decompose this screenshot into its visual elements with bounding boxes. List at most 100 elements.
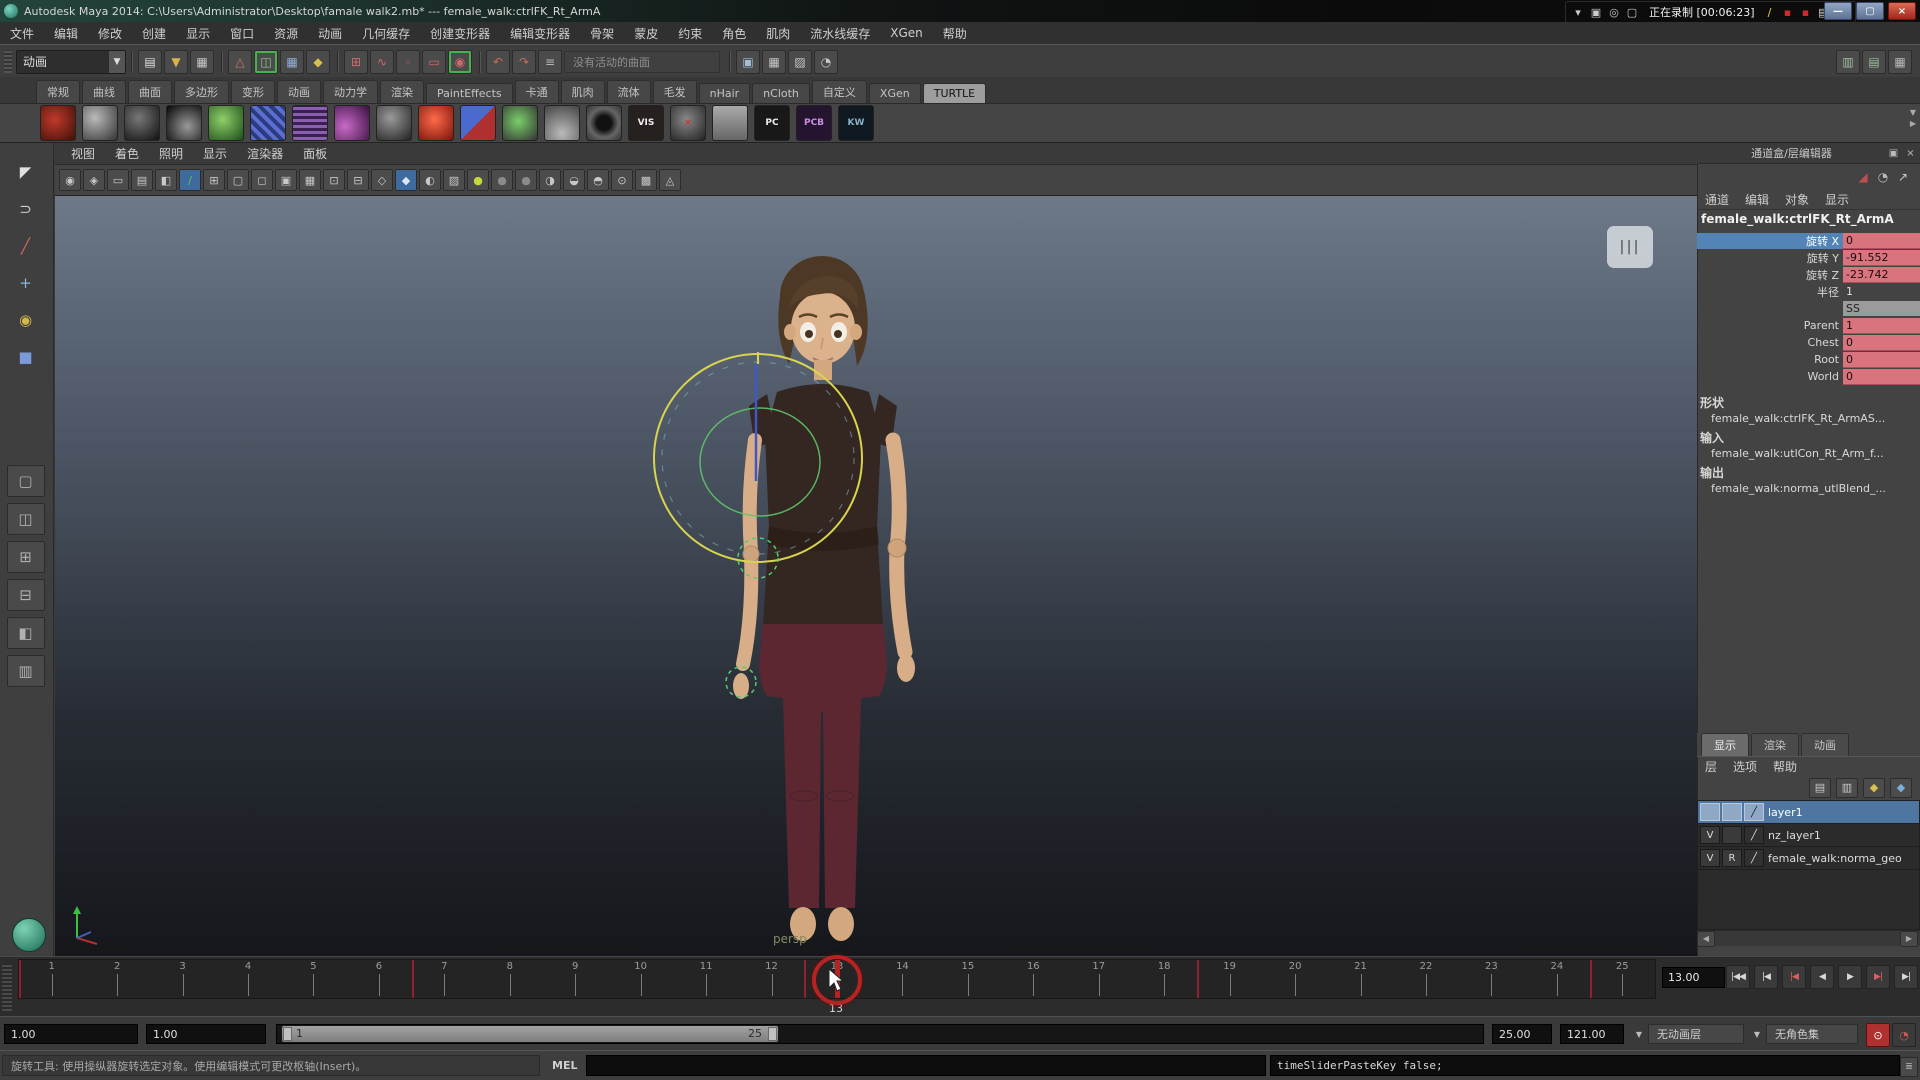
film-gate-icon[interactable]: ▢: [227, 169, 249, 191]
channel-section-item[interactable]: female_walk:utlCon_Rt_Arm_f...: [1697, 446, 1920, 462]
character-set-dropdown[interactable]: 无角色集: [1766, 1024, 1858, 1044]
menu--[interactable]: 创建: [132, 25, 176, 42]
snap-to-curve-icon[interactable]: ∿: [370, 50, 394, 74]
menu-set-selector[interactable]: 动画 ▼: [16, 50, 126, 74]
use-default-material-icon[interactable]: ●: [467, 169, 489, 191]
shelf-menu-arrows[interactable]: ▼▶: [1910, 108, 1916, 128]
keyframe-tick[interactable]: [1197, 960, 1199, 998]
layer-name[interactable]: female_walk:norma_geo: [1768, 852, 1902, 865]
menu--[interactable]: 骨架: [580, 25, 624, 42]
layer-menu--[interactable]: 层: [1697, 758, 1725, 775]
menu--[interactable]: 动画: [308, 25, 352, 42]
channel-value[interactable]: -23.742: [1843, 267, 1920, 283]
shelf-tab-nhair[interactable]: nHair: [699, 83, 751, 103]
shelf-tab-painteffects[interactable]: PaintEffects: [426, 83, 513, 103]
menu-xgen[interactable]: XGen: [880, 26, 933, 40]
layer-name[interactable]: layer1: [1768, 806, 1803, 819]
anim-layer-dropdown-arrow[interactable]: ▼: [1632, 1024, 1646, 1044]
current-time-field[interactable]: 13.00: [1662, 967, 1725, 988]
green-sphere-icon[interactable]: [12, 918, 46, 952]
grease-pencil-icon[interactable]: ∕: [179, 169, 201, 191]
channel-value[interactable]: -91.552: [1843, 250, 1920, 266]
shelf-tab-xgen[interactable]: XGen: [869, 83, 921, 103]
checker-display-icon[interactable]: ▨: [443, 169, 465, 191]
manipulator-arrow-icon[interactable]: ↗: [1894, 168, 1912, 186]
layer-visibility-toggle[interactable]: [1700, 803, 1720, 821]
scale-tool[interactable]: ■: [11, 342, 41, 372]
menu--[interactable]: 流水线缓存: [800, 25, 880, 42]
select-camera-icon[interactable]: ◉: [59, 169, 81, 191]
shelf-icon-black-sphere[interactable]: [124, 105, 160, 141]
recorder-region-icon[interactable]: ▢: [1624, 4, 1640, 20]
channel-value[interactable]: 1: [1843, 284, 1920, 299]
shelf-tab-ncloth[interactable]: nCloth: [752, 83, 810, 103]
channel-value[interactable]: SS: [1843, 301, 1920, 316]
layer-row[interactable]: V╱nz_layer1: [1698, 824, 1919, 847]
menu--[interactable]: 角色: [712, 25, 756, 42]
channel-section-item[interactable]: female_walk:norma_utlBlend_...: [1697, 481, 1920, 497]
light-all-icon[interactable]: ●: [515, 169, 537, 191]
paint-select-tool[interactable]: ╱: [11, 231, 41, 261]
recorder-window-icon[interactable]: ▣: [1588, 4, 1604, 20]
shelf-tab--[interactable]: 曲面: [128, 80, 172, 103]
shelf-tab--[interactable]: 自定义: [812, 80, 867, 103]
open-scene-icon[interactable]: ▼: [164, 50, 188, 74]
dock-icon[interactable]: ▣: [1886, 146, 1901, 161]
shelf-tab--[interactable]: 动力学: [323, 80, 378, 103]
mel-input-field[interactable]: [586, 1055, 1266, 1076]
layer-tab--[interactable]: 显示: [1701, 733, 1749, 756]
channel-label[interactable]: 旋转 X: [1697, 233, 1843, 249]
shelf-icon-magenta-particles[interactable]: [334, 105, 370, 141]
recorder-stop-icon[interactable]: ▪: [1797, 4, 1813, 20]
shelf-tab--[interactable]: 变形: [231, 80, 275, 103]
play-forward-button[interactable]: ▶: [1838, 965, 1862, 989]
layer-visibility-toggle[interactable]: V: [1700, 849, 1720, 867]
step-back-key-button[interactable]: |◀: [1782, 965, 1806, 989]
shelf-icon-fire-blob[interactable]: [40, 105, 76, 141]
layer-color-swatch[interactable]: ╱: [1744, 803, 1764, 821]
create-empty-layer-icon[interactable]: ▤: [1809, 778, 1831, 798]
keyframe-tick[interactable]: [1590, 960, 1592, 998]
range-end-handle[interactable]: [768, 1027, 777, 1041]
layer-name[interactable]: nz_layer1: [1768, 829, 1821, 842]
shelf-tab-turtle[interactable]: TURTLE: [923, 83, 986, 103]
menu--[interactable]: 资源: [264, 25, 308, 42]
shelf-tab--[interactable]: 动画: [277, 80, 321, 103]
menu--[interactable]: 文件: [0, 25, 44, 42]
select-hierarchy-icon[interactable]: △: [228, 50, 252, 74]
panel-menu--[interactable]: 显示: [193, 145, 237, 162]
menu--[interactable]: 约束: [668, 25, 712, 42]
layer-light-yellow-icon[interactable]: ◆: [1863, 778, 1885, 798]
grid-display-icon[interactable]: ⊞: [203, 169, 225, 191]
panel-menu--[interactable]: 着色: [105, 145, 149, 162]
range-track[interactable]: 1 25: [276, 1024, 1484, 1044]
shelf-icon-blue-red-split[interactable]: [460, 105, 496, 141]
shelf-icon-grey-spheres[interactable]: [82, 105, 118, 141]
shelf-icon-red-x-sphere[interactable]: ×: [670, 105, 706, 141]
menu--[interactable]: 蒙皮: [624, 25, 668, 42]
layout-four-pane-button[interactable]: ⊞: [7, 541, 45, 573]
panel-menu--[interactable]: 视图: [61, 145, 105, 162]
isolate-select-icon[interactable]: ⊙: [611, 169, 633, 191]
layer-menu--[interactable]: 选项: [1725, 758, 1765, 775]
layer-row[interactable]: ╱ layer1: [1698, 801, 1919, 824]
shelf-tab--[interactable]: 曲线: [82, 80, 126, 103]
close-button[interactable]: ×: [1888, 2, 1916, 20]
shelf-icon-pcb[interactable]: PCB: [796, 105, 832, 141]
menu--[interactable]: 编辑变形器: [500, 25, 580, 42]
layout-hypershade-persp-button[interactable]: ▥: [7, 655, 45, 687]
shelf-icon-hw-vis[interactable]: VIS: [628, 105, 664, 141]
select-component-icon[interactable]: ▦: [280, 50, 304, 74]
layer-tab--[interactable]: 渲染: [1751, 733, 1799, 756]
menu--[interactable]: 编辑: [44, 25, 88, 42]
anim-layer-dropdown[interactable]: 无动画层: [1648, 1024, 1744, 1044]
ipr-render-icon[interactable]: ▨: [788, 50, 812, 74]
redo-icon[interactable]: ↷: [512, 50, 536, 74]
script-editor-button[interactable]: ≣: [1900, 1057, 1918, 1077]
shelf-tab--[interactable]: 多边形: [174, 80, 229, 103]
title-bar[interactable]: Autodesk Maya 2014: C:\Users\Administrat…: [0, 0, 1920, 22]
layer-color-swatch[interactable]: ╱: [1744, 826, 1764, 844]
recorder-menu-icon[interactable]: ▾: [1570, 4, 1586, 20]
move-tool[interactable]: +: [11, 268, 41, 298]
shelf-tab--[interactable]: 流体: [607, 80, 651, 103]
